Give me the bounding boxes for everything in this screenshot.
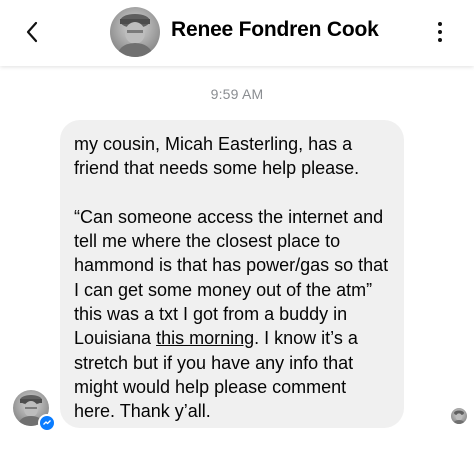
read-receipt-avatar <box>451 408 467 424</box>
more-options-button[interactable] <box>428 18 452 46</box>
back-button[interactable] <box>18 18 46 46</box>
vertical-ellipsis-icon <box>438 22 442 26</box>
message-bubble[interactable]: my cousin, Micah Easterling, has a frien… <box>60 120 404 428</box>
messenger-badge-icon <box>38 414 56 432</box>
contact-name[interactable]: Renee Fondren Cook <box>171 18 379 42</box>
message-timestamp: 9:59 AM <box>210 86 264 102</box>
chevron-left-icon <box>26 21 38 43</box>
message-text: my cousin, Micah Easterling, has a frien… <box>74 134 389 349</box>
message-link[interactable]: this morning <box>156 328 254 348</box>
contact-avatar[interactable] <box>110 7 160 57</box>
conversation-header: Renee Fondren Cook <box>0 0 474 66</box>
